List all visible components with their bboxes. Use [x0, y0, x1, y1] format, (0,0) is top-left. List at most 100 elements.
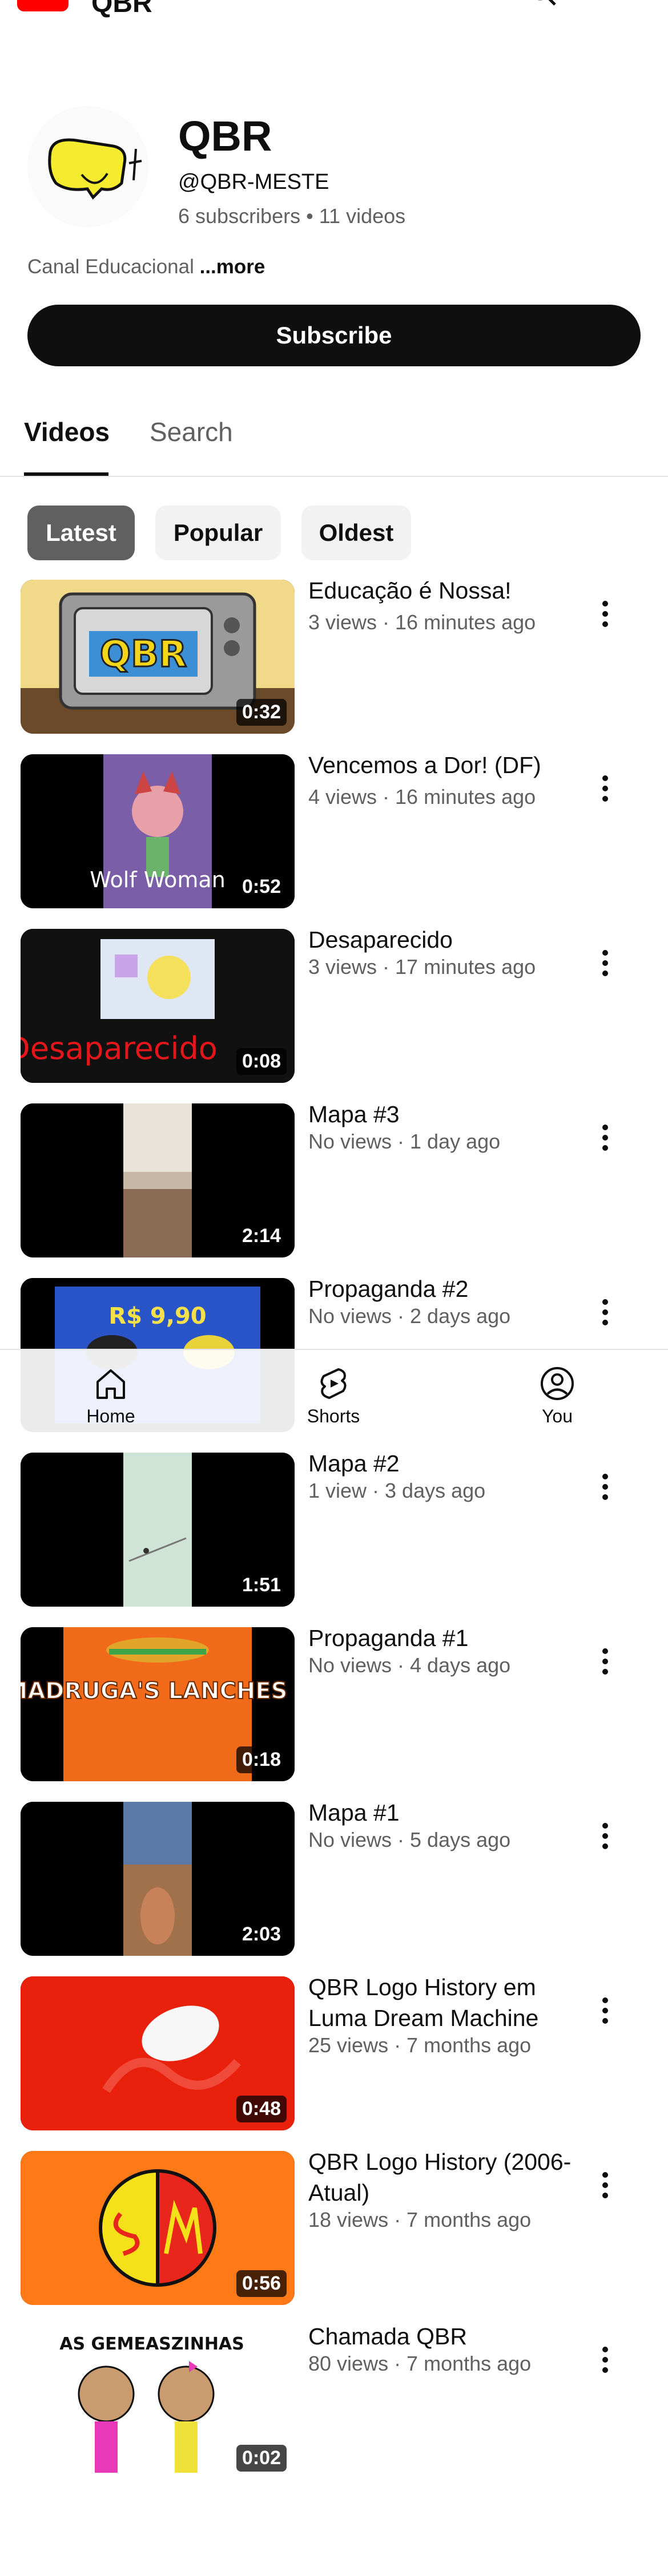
more-vert-icon[interactable]: [594, 2168, 617, 2202]
video-title[interactable]: QBR Logo History (2006-Atual): [308, 2146, 582, 2208]
video-duration: 1:51: [236, 1572, 287, 1599]
thumbnail-overlay-text: Desaparecido: [21, 1030, 218, 1066]
video-item[interactable]: QBR 0:32 Educação é Nossa! 3 views · 16 …: [0, 577, 668, 734]
nav-home-label: Home: [86, 1406, 135, 1426]
video-meta: No views · 4 days ago: [308, 1653, 511, 1677]
channel-name: QBR: [178, 112, 272, 160]
video-meta: 25 views · 7 months ago: [308, 2033, 532, 2057]
more-vert-icon[interactable]: [594, 2343, 617, 2377]
channel-tabs: Videos Search: [0, 399, 668, 477]
video-item[interactable]: 0:56 QBR Logo History (2006-Atual) 18 vi…: [0, 2149, 668, 2305]
svg-text:QBR: QBR: [100, 633, 187, 676]
more-vert-icon[interactable]: [594, 1470, 617, 1504]
video-thumbnail[interactable]: AS GEMEASZINHAS 0:02: [21, 2326, 295, 2480]
channel-stats: 6 subscribers • 11 videos: [178, 204, 406, 228]
video-item[interactable]: Wolf Woman 0:52 Vencemos a Dor! (DF) 4 v…: [0, 752, 668, 908]
video-title[interactable]: QBR Logo History em Luma Dream Machine: [308, 1972, 582, 2033]
bottom-navigation: Home Shorts You: [0, 1349, 668, 1438]
more-vert-icon[interactable]: [594, 1295, 617, 1329]
video-title[interactable]: Propaganda #1: [308, 1623, 582, 1653]
search-icon[interactable]: [525, 0, 560, 9]
thumbnail-overlay-text: R$ 9,90: [108, 1303, 206, 1329]
video-thumbnail[interactable]: MADRUGA'S LANCHES 0:18: [21, 1627, 295, 1781]
video-meta: 18 views · 7 months ago: [308, 2208, 532, 2231]
account-icon: [541, 1367, 574, 1400]
video-title[interactable]: Educação é Nossa!: [308, 575, 582, 606]
tab-videos[interactable]: Videos: [24, 416, 110, 447]
thumbnail-overlay-text: Wolf Woman: [90, 867, 226, 892]
qbr-logo-icon: [27, 106, 148, 227]
video-meta: 3 views · 16 minutes ago: [308, 610, 536, 634]
video-meta: No views · 1 day ago: [308, 1130, 501, 1153]
video-title[interactable]: Vencemos a Dor! (DF): [308, 750, 582, 781]
video-title[interactable]: Mapa #3: [308, 1099, 582, 1130]
video-item[interactable]: 0:48 QBR Logo History em Luma Dream Mach…: [0, 1974, 668, 2130]
video-meta: 4 views · 16 minutes ago: [308, 785, 536, 808]
youtube-logo-icon[interactable]: [17, 0, 69, 11]
shorts-icon: [320, 1368, 347, 1399]
video-title[interactable]: Propaganda #2: [308, 1273, 582, 1304]
more-vert-icon[interactable]: [594, 1644, 617, 1679]
video-meta: 1 view · 3 days ago: [308, 1479, 486, 1502]
more-link[interactable]: ...more: [200, 256, 265, 278]
thumbnail-overlay-text: MADRUGA'S LANCHES: [21, 1678, 287, 1704]
nav-shorts-label: Shorts: [307, 1406, 360, 1426]
video-duration: 0:32: [236, 699, 287, 726]
video-duration: 2:03: [236, 1921, 287, 1948]
app-title: QBR: [91, 0, 152, 18]
video-item[interactable]: AS GEMEASZINHAS 0:02 Chamada QBR 80 view…: [0, 2323, 668, 2480]
video-meta: No views · 2 days ago: [308, 1304, 511, 1328]
video-duration: 0:56: [236, 2270, 287, 2297]
description-text: Canal Educacional: [27, 256, 194, 278]
chip-oldest[interactable]: Oldest: [301, 506, 411, 560]
nav-you-label: You: [542, 1406, 573, 1426]
more-vert-icon[interactable]: [594, 1819, 617, 1853]
video-title[interactable]: Mapa #2: [308, 1448, 582, 1479]
video-thumbnail[interactable]: 1:51: [21, 1453, 295, 1607]
channel-avatar[interactable]: [27, 106, 148, 227]
video-duration: 0:48: [236, 2096, 287, 2122]
chip-latest[interactable]: Latest: [27, 506, 135, 560]
more-vert-icon[interactable]: [617, 0, 634, 9]
more-vert-icon[interactable]: [594, 1121, 617, 1155]
channel-description[interactable]: Canal Educacional ...more: [27, 256, 265, 278]
video-duration: 2:14: [236, 1223, 287, 1249]
chip-popular[interactable]: Popular: [155, 506, 281, 560]
video-meta: No views · 5 days ago: [308, 1828, 511, 1851]
video-meta: 80 views · 7 months ago: [308, 2352, 532, 2375]
subscribe-button[interactable]: Subscribe: [27, 305, 641, 366]
video-thumbnail[interactable]: Wolf Woman 0:52: [21, 754, 295, 908]
video-duration: 0:52: [236, 874, 287, 900]
more-vert-icon[interactable]: [594, 771, 617, 806]
video-title[interactable]: Chamada QBR: [308, 2321, 582, 2352]
video-thumbnail[interactable]: 0:48: [21, 1976, 295, 2130]
more-vert-icon[interactable]: [594, 1993, 617, 2028]
nav-home[interactable]: Home: [54, 1366, 168, 1427]
nav-you[interactable]: You: [500, 1366, 614, 1427]
video-item[interactable]: 2:03 Mapa #1 No views · 5 days ago: [0, 1799, 668, 1956]
video-meta: 3 views · 17 minutes ago: [308, 955, 536, 978]
more-vert-icon[interactable]: [594, 946, 617, 980]
nav-shorts[interactable]: Shorts: [276, 1366, 391, 1427]
video-duration: 0:08: [236, 1048, 287, 1075]
thumbnail-overlay-text: AS GEMEASZINHAS: [59, 2334, 244, 2354]
video-thumbnail[interactable]: 2:03: [21, 1802, 295, 1956]
video-title[interactable]: Mapa #1: [308, 1797, 582, 1828]
video-item[interactable]: Desaparecido 0:08 Desaparecido 3 views ·…: [0, 927, 668, 1083]
video-thumbnail[interactable]: 2:14: [21, 1103, 295, 1257]
active-tab-indicator: [24, 472, 108, 476]
tab-search[interactable]: Search: [150, 416, 233, 447]
video-duration: 0:18: [236, 1746, 287, 1773]
video-item[interactable]: 2:14 Mapa #3 No views · 1 day ago: [0, 1101, 668, 1257]
video-item[interactable]: MADRUGA'S LANCHES 0:18 Propaganda #1 No …: [0, 1625, 668, 1781]
home-icon: [96, 1369, 125, 1399]
top-app-bar: QBR: [0, 0, 668, 23]
channel-handle: @QBR-MESTE: [178, 170, 329, 194]
video-title[interactable]: Desaparecido: [308, 924, 582, 955]
video-thumbnail[interactable]: 0:56: [21, 2151, 295, 2305]
video-thumbnail[interactable]: QBR 0:32: [21, 580, 295, 734]
more-vert-icon[interactable]: [594, 597, 617, 631]
video-thumbnail[interactable]: Desaparecido 0:08: [21, 929, 295, 1083]
video-duration: 0:02: [236, 2445, 287, 2472]
video-item[interactable]: 1:51 Mapa #2 1 view · 3 days ago: [0, 1450, 668, 1607]
